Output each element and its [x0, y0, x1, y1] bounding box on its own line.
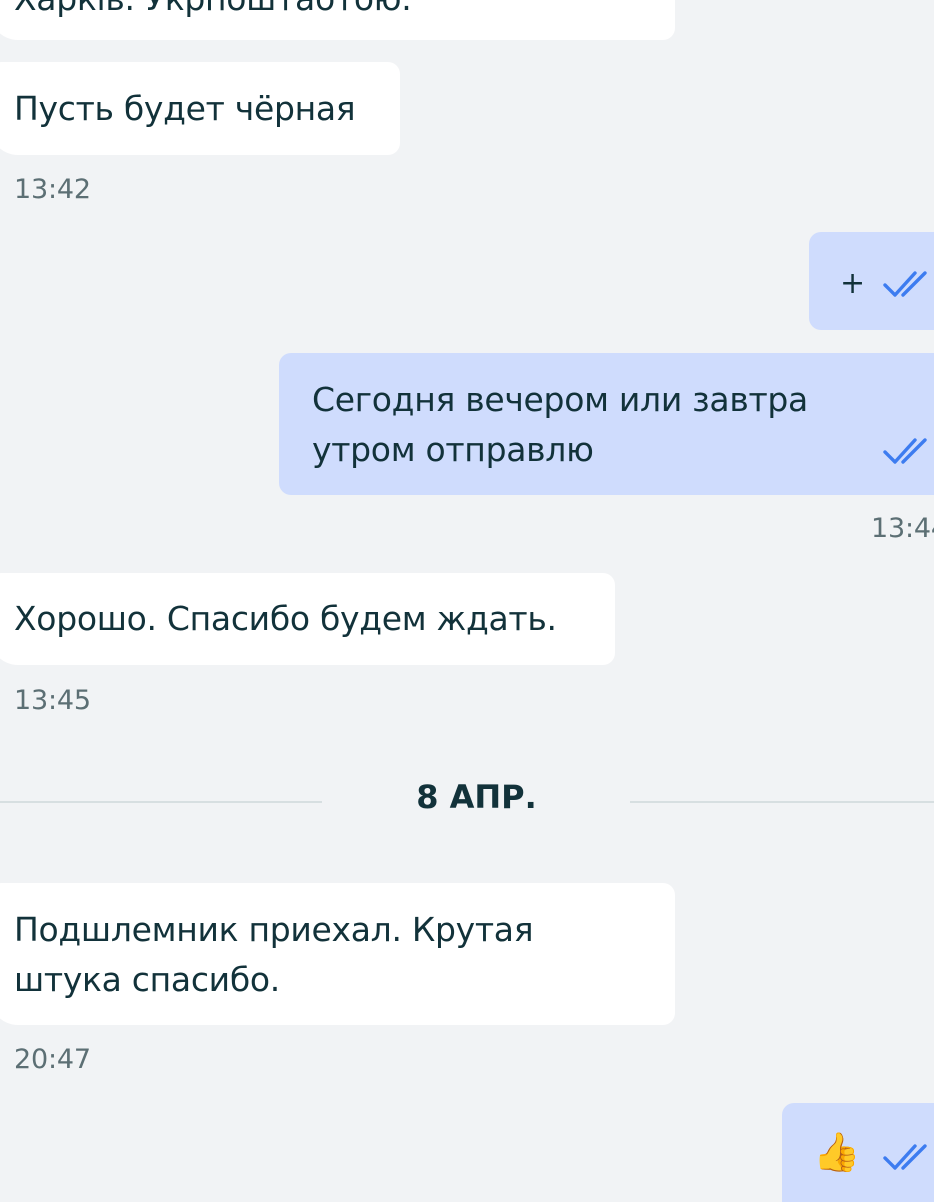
message-text-line: штука спасибо.: [14, 960, 280, 999]
message-text: +: [840, 266, 865, 301]
date-separator: 8 АПР.: [416, 778, 537, 816]
message-bubble-outgoing[interactable]: Сегодня вечером или завтра утром отправл…: [279, 353, 934, 495]
message-bubble-incoming[interactable]: Харків. Укрпоштабтою.: [0, 0, 675, 40]
date-divider-line-left: [0, 801, 322, 803]
double-check-icon: [883, 1144, 927, 1170]
message-text: Харків. Укрпоштабтою.: [14, 0, 412, 24]
message-text-line: утром отправлю: [312, 430, 594, 469]
message-bubble-outgoing[interactable]: 👍: [782, 1103, 934, 1202]
message-time: 13:45: [14, 685, 91, 716]
thumbs-up-emoji: 👍: [813, 1130, 861, 1174]
double-check-icon: [883, 438, 927, 464]
message-time: 13:42: [14, 174, 91, 205]
message-text-line: Подшлемник приехал. Крутая: [14, 910, 534, 949]
message-text: Пусть будет чёрная: [14, 89, 356, 128]
message-text-line: Сегодня вечером или завтра: [312, 380, 808, 419]
message-time: 20:47: [14, 1044, 91, 1075]
double-check-icon: [883, 271, 927, 297]
date-divider-line-right: [630, 801, 934, 803]
message-text: Хорошо. Спасибо будем ждать.: [14, 599, 557, 638]
message-bubble-outgoing[interactable]: +: [809, 232, 934, 330]
message-time: 13:44: [871, 513, 934, 544]
message-bubble-incoming[interactable]: Хорошо. Спасибо будем ждать.: [0, 573, 615, 665]
message-bubble-incoming[interactable]: Подшлемник приехал. Крутая штука спасибо…: [0, 883, 675, 1025]
message-bubble-incoming[interactable]: Пусть будет чёрная: [0, 62, 400, 155]
